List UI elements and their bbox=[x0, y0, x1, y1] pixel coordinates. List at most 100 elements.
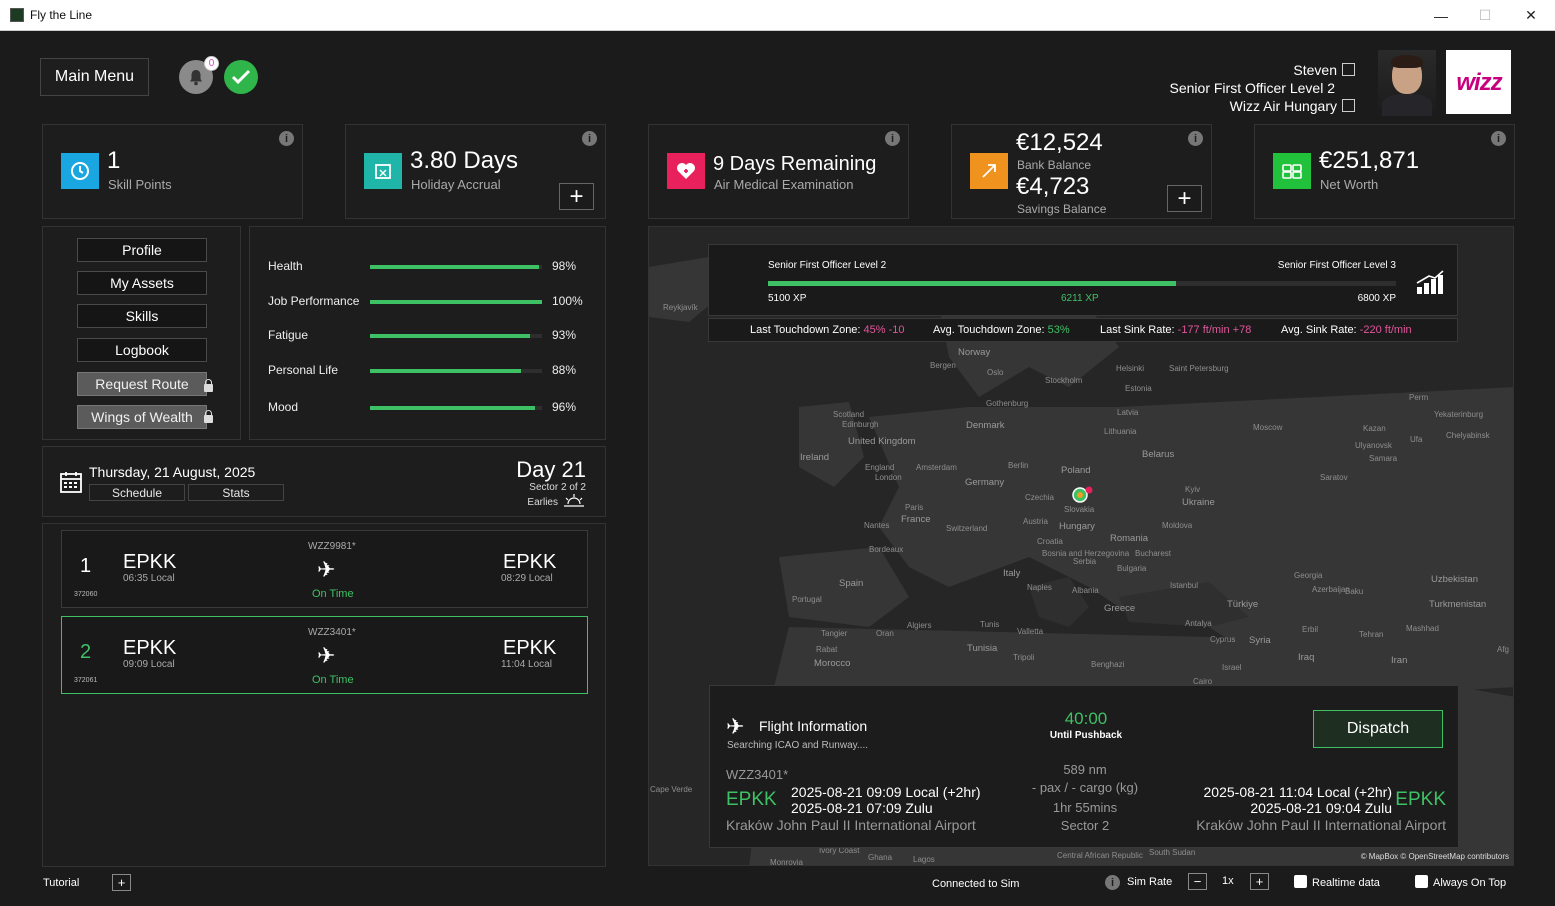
map-label: Central African Republic bbox=[1057, 851, 1143, 860]
airplane-icon: ✈ bbox=[317, 643, 336, 668]
info-icon[interactable]: i bbox=[582, 131, 597, 146]
holiday-card: 3.80 Days Holiday Accrual i + bbox=[345, 124, 606, 219]
skills-button[interactable]: Skills bbox=[77, 304, 207, 328]
min-xp-label: 5100 XP bbox=[768, 293, 807, 304]
always-on-top-toggle[interactable]: Always On Top bbox=[1415, 875, 1506, 889]
tutorial-add-button[interactable]: + bbox=[112, 874, 131, 891]
net-worth-card: €251,871 Net Worth i bbox=[1254, 124, 1515, 219]
sim-rate-label: Sim Rate bbox=[1127, 876, 1173, 888]
map-label: Morocco bbox=[814, 658, 851, 669]
sunrise-icon bbox=[562, 492, 586, 513]
flight-status: On Time bbox=[312, 674, 354, 686]
map-label: Croatia bbox=[1037, 537, 1063, 546]
maximize-button[interactable]: ☐ bbox=[1462, 0, 1508, 31]
flight-number: 1 bbox=[80, 555, 92, 577]
lock-icon bbox=[204, 379, 213, 392]
sim-rate-decrease-button[interactable]: − bbox=[1188, 873, 1207, 890]
add-savings-button[interactable]: + bbox=[1167, 185, 1202, 212]
attribute-bar-fill bbox=[370, 406, 536, 410]
flight-list: 1 372060 EPKK 06:35 Local WZZ9981* ✈ On … bbox=[42, 523, 606, 867]
map-label: Greece bbox=[1104, 603, 1136, 614]
airplane-icon: ✈ bbox=[726, 714, 745, 739]
flight-row[interactable]: 1 372060 EPKK 06:35 Local WZZ9981* ✈ On … bbox=[61, 530, 588, 608]
info-icon[interactable]: i bbox=[885, 131, 900, 146]
profile-button[interactable]: Profile bbox=[77, 238, 207, 262]
flight-info-departure-zulu: 2025-08-21 07:09 Zulu bbox=[791, 800, 933, 816]
info-icon[interactable]: i bbox=[1491, 131, 1506, 146]
map-label: London bbox=[875, 473, 902, 482]
aircraft-tail: 372061 bbox=[74, 677, 98, 684]
attribute-bar-fill bbox=[370, 334, 530, 338]
last-sink-label: Last Sink Rate: bbox=[1100, 324, 1175, 336]
airline-name: Wizz Air Hungary bbox=[1229, 98, 1337, 114]
sim-rate-value: 1x bbox=[1222, 875, 1234, 887]
dispatch-button[interactable]: Dispatch bbox=[1313, 710, 1443, 748]
pilot-airline-row: Wizz Air Hungary bbox=[1230, 98, 1355, 114]
map-label: Tehran bbox=[1359, 630, 1384, 639]
add-holiday-button[interactable]: + bbox=[559, 183, 594, 210]
close-button[interactable]: ✕ bbox=[1508, 0, 1554, 31]
last-sink-stat: Last Sink Rate: -177 ft/min +78 bbox=[1100, 324, 1251, 336]
map-label: Belarus bbox=[1142, 449, 1175, 460]
always-on-top-checkbox[interactable] bbox=[1415, 875, 1428, 888]
map-label: Norway bbox=[958, 347, 991, 358]
map-attribution[interactable]: © MapBox © OpenStreetMap contributors bbox=[1361, 852, 1509, 861]
heart-icon bbox=[667, 153, 705, 189]
airport-marker-icon[interactable] bbox=[1070, 486, 1094, 509]
map-label: Kazan bbox=[1363, 424, 1386, 433]
map-label: Erbil bbox=[1302, 625, 1319, 634]
minimize-button[interactable]: — bbox=[1418, 0, 1464, 31]
map-label: Berlin bbox=[1008, 461, 1029, 470]
sim-rate-info-icon[interactable]: i bbox=[1105, 875, 1120, 890]
pilot-avatar[interactable] bbox=[1378, 50, 1436, 116]
map-label: Stockholm bbox=[1045, 376, 1083, 385]
map-label: Edinburgh bbox=[842, 420, 879, 429]
logbook-button[interactable]: Logbook bbox=[77, 338, 207, 362]
tab-stats[interactable]: Stats bbox=[188, 484, 284, 501]
xp-progress-track bbox=[768, 281, 1396, 286]
map-label: Afg bbox=[1497, 645, 1510, 654]
map-label: Saratov bbox=[1320, 473, 1348, 482]
arrival-time: 08:29 Local bbox=[501, 573, 553, 584]
wings-of-wealth-button[interactable]: Wings of Wealth bbox=[77, 405, 207, 429]
rank-chart-icon[interactable] bbox=[1415, 269, 1445, 300]
map-label: Antalya bbox=[1185, 619, 1212, 628]
request-route-button[interactable]: Request Route bbox=[77, 372, 207, 396]
map-label: Estonia bbox=[1125, 384, 1152, 393]
map-label: Nantes bbox=[864, 521, 890, 530]
realtime-checkbox[interactable] bbox=[1294, 875, 1307, 888]
skill-points-value: 1 bbox=[107, 147, 121, 174]
edit-airline-icon[interactable] bbox=[1342, 99, 1355, 112]
schedule-header: Thursday, 21 August, 2025 Schedule Stats… bbox=[42, 446, 606, 517]
map-label: Ghana bbox=[868, 853, 893, 862]
world-map[interactable]: Senior First Officer Level 2 Senior Firs… bbox=[648, 226, 1514, 866]
edit-name-icon[interactable] bbox=[1342, 63, 1355, 76]
map-label: Algiers bbox=[907, 621, 932, 630]
arrival-icao: EPKK bbox=[503, 637, 557, 659]
info-icon[interactable]: i bbox=[1188, 131, 1203, 146]
map-label: Poland bbox=[1061, 465, 1091, 476]
avg-sink-value: -220 ft/min bbox=[1359, 324, 1412, 336]
map-label: Tunis bbox=[980, 620, 1000, 629]
info-icon[interactable]: i bbox=[279, 131, 294, 146]
pushback-label: Until Pushback bbox=[1049, 730, 1123, 741]
attribute-bar-fill bbox=[370, 300, 542, 304]
my-assets-button[interactable]: My Assets bbox=[77, 271, 207, 295]
map-label: Baku bbox=[1345, 587, 1364, 596]
flight-row[interactable]: 2 372061 EPKK 09:09 Local WZZ3401* ✈ On … bbox=[61, 616, 588, 694]
sim-rate-increase-button[interactable]: + bbox=[1250, 873, 1269, 890]
realtime-data-toggle[interactable]: Realtime data bbox=[1294, 875, 1380, 889]
avg-touchdown-label: Avg. Touchdown Zone: bbox=[933, 324, 1045, 336]
main-menu-button[interactable]: Main Menu bbox=[40, 58, 149, 96]
map-label: Cyprus bbox=[1210, 635, 1236, 644]
map-label: Tripoli bbox=[1013, 653, 1035, 662]
map-label: Rabat bbox=[816, 645, 838, 654]
attribute-bar bbox=[370, 406, 542, 410]
notification-count-badge: 0 bbox=[204, 56, 219, 71]
flight-distance: 589 nm bbox=[1063, 762, 1107, 777]
map-label: United Kingdom bbox=[848, 436, 916, 447]
tab-schedule[interactable]: Schedule bbox=[89, 484, 185, 501]
bank-balance-label: Bank Balance bbox=[1017, 158, 1092, 172]
status-check-icon[interactable] bbox=[224, 60, 258, 94]
lock-icon bbox=[204, 410, 213, 423]
